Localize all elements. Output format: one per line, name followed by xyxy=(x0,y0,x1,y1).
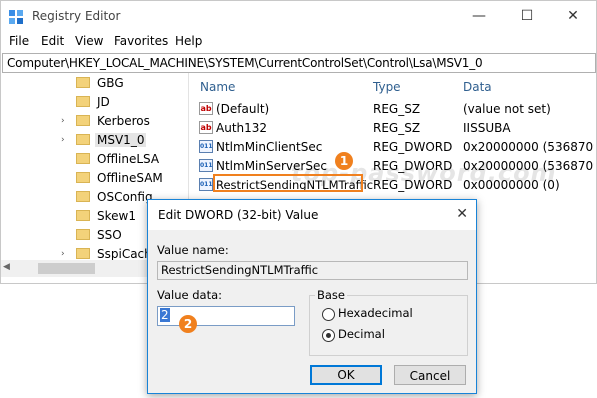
scroll-thumb[interactable] xyxy=(38,263,95,274)
value-type: REG_DWORD xyxy=(373,178,453,192)
tree-item-selected[interactable]: › MSV1_0 xyxy=(1,131,188,150)
base-group: Base Hexadecimal Decimal xyxy=(309,288,468,356)
dword-value-icon: 011 xyxy=(199,159,213,172)
folder-icon xyxy=(76,248,90,259)
title-bar: Registry Editor — ☐ ✕ xyxy=(1,1,596,32)
tree-item[interactable]: › Kerberos xyxy=(1,112,188,131)
value-row[interactable]: 011 NtlmMinClientSec REG_DWORD 0x2000000… xyxy=(191,138,594,157)
tree-item-label: Kerberos xyxy=(97,114,150,128)
ok-button[interactable]: OK xyxy=(310,365,382,385)
menu-view[interactable]: View xyxy=(75,34,103,48)
decimal-radio[interactable] xyxy=(322,329,335,342)
address-path: Computer\HKEY_LOCAL_MACHINE\SYSTEM\Curre… xyxy=(7,56,483,70)
tree-item-label: GBG xyxy=(97,76,124,90)
folder-icon xyxy=(76,115,90,126)
tree-item[interactable]: GBG xyxy=(1,74,188,93)
list-header: Name Type Data xyxy=(191,78,594,96)
folder-icon xyxy=(76,77,90,88)
tree-item-label: OfflineLSA xyxy=(97,152,160,166)
dialog-close-icon[interactable]: ✕ xyxy=(456,206,468,222)
step-1-badge: 1 xyxy=(335,152,353,170)
tree-item-label: OfflineSAM xyxy=(97,171,163,185)
value-data: 0x20000000 (53687091... xyxy=(463,140,594,154)
value-data-label: Value data: xyxy=(157,288,223,302)
address-bar[interactable]: Computer\HKEY_LOCAL_MACHINE\SYSTEM\Curre… xyxy=(2,53,596,73)
folder-icon xyxy=(76,153,90,164)
expand-chevron-icon[interactable]: › xyxy=(61,249,65,259)
expand-chevron-icon[interactable]: › xyxy=(61,116,65,126)
folder-icon xyxy=(76,134,90,145)
value-name-label: Value name: xyxy=(157,243,229,257)
tree-item-label: OSConfig xyxy=(97,190,153,204)
menu-edit[interactable]: Edit xyxy=(41,34,64,48)
window-title: Registry Editor xyxy=(32,9,121,23)
column-data-header[interactable]: Data xyxy=(463,80,492,94)
tree-item-label: SSO xyxy=(97,228,122,242)
string-value-icon: ab xyxy=(199,121,213,134)
tree-item-label: Skew1 xyxy=(97,209,136,223)
value-type: REG_DWORD xyxy=(373,140,453,154)
column-name-header[interactable]: Name xyxy=(200,80,235,94)
value-name: (Default) xyxy=(216,102,270,116)
maximize-button[interactable]: ☐ xyxy=(504,1,550,32)
menu-help[interactable]: Help xyxy=(175,34,202,48)
value-name-field: RestrictSendingNTLMTraffic xyxy=(157,261,468,280)
folder-icon xyxy=(76,210,90,221)
dialog-title-bar: Edit DWORD (32-bit) Value ✕ xyxy=(148,200,476,230)
value-data: 0x00000000 (0) xyxy=(463,178,560,192)
base-group-label: Base xyxy=(315,288,348,302)
minimize-button[interactable]: — xyxy=(456,1,502,32)
value-data-input[interactable]: 2 xyxy=(157,306,295,326)
highlight-box xyxy=(213,174,363,192)
folder-icon xyxy=(76,172,90,183)
menu-favorites[interactable]: Favorites xyxy=(114,34,168,48)
value-name-text: RestrictSendingNTLMTraffic xyxy=(161,263,319,277)
step-2-badge: 2 xyxy=(179,315,197,333)
cancel-button[interactable]: Cancel xyxy=(394,365,466,385)
value-type: REG_DWORD xyxy=(373,159,453,173)
radio-selected-dot xyxy=(326,333,331,338)
scroll-left-icon[interactable]: ◀ xyxy=(3,262,10,272)
folder-icon xyxy=(76,229,90,240)
menu-file[interactable]: File xyxy=(9,34,29,48)
value-type: REG_SZ xyxy=(373,102,421,116)
value-name: NtlmMinClientSec xyxy=(216,140,323,154)
dword-value-icon: 011 xyxy=(199,178,213,191)
close-button[interactable]: ✕ xyxy=(550,1,596,32)
value-data: (value not set) xyxy=(463,102,551,116)
expand-chevron-icon[interactable]: › xyxy=(61,135,65,145)
dword-value-icon: 011 xyxy=(199,140,213,153)
folder-icon xyxy=(76,191,90,202)
tree-item-label: MSV1_0 xyxy=(95,133,147,147)
tree-item[interactable]: JD xyxy=(1,93,188,112)
column-type-header[interactable]: Type xyxy=(373,80,401,94)
value-data: 0x20000000 (53687091... xyxy=(463,159,594,173)
edit-dword-dialog: Edit DWORD (32-bit) Value ✕ Value name: … xyxy=(147,199,477,394)
string-value-icon: ab xyxy=(199,102,213,115)
tree-item[interactable]: OfflineLSA xyxy=(1,150,188,169)
tree-item-label: JD xyxy=(97,95,110,109)
hexadecimal-radio[interactable] xyxy=(322,308,335,321)
value-name: NtlmMinServerSec xyxy=(216,159,327,173)
menu-bar: File Edit View Favorites Help xyxy=(1,32,596,52)
value-data-text: 2 xyxy=(160,308,170,322)
registry-editor-icon xyxy=(9,10,23,24)
value-row[interactable]: ab Auth132 REG_SZ IISSUBA xyxy=(191,119,594,138)
folder-icon xyxy=(76,96,90,107)
decimal-label[interactable]: Decimal xyxy=(338,327,385,341)
value-name: Auth132 xyxy=(216,121,268,135)
dialog-title: Edit DWORD (32-bit) Value xyxy=(158,208,319,222)
value-row[interactable]: ab (Default) REG_SZ (value not set) xyxy=(191,100,594,119)
value-type: REG_SZ xyxy=(373,121,421,135)
value-data: IISSUBA xyxy=(463,121,511,135)
hexadecimal-label[interactable]: Hexadecimal xyxy=(338,306,413,320)
tree-item[interactable]: OfflineSAM xyxy=(1,169,188,188)
